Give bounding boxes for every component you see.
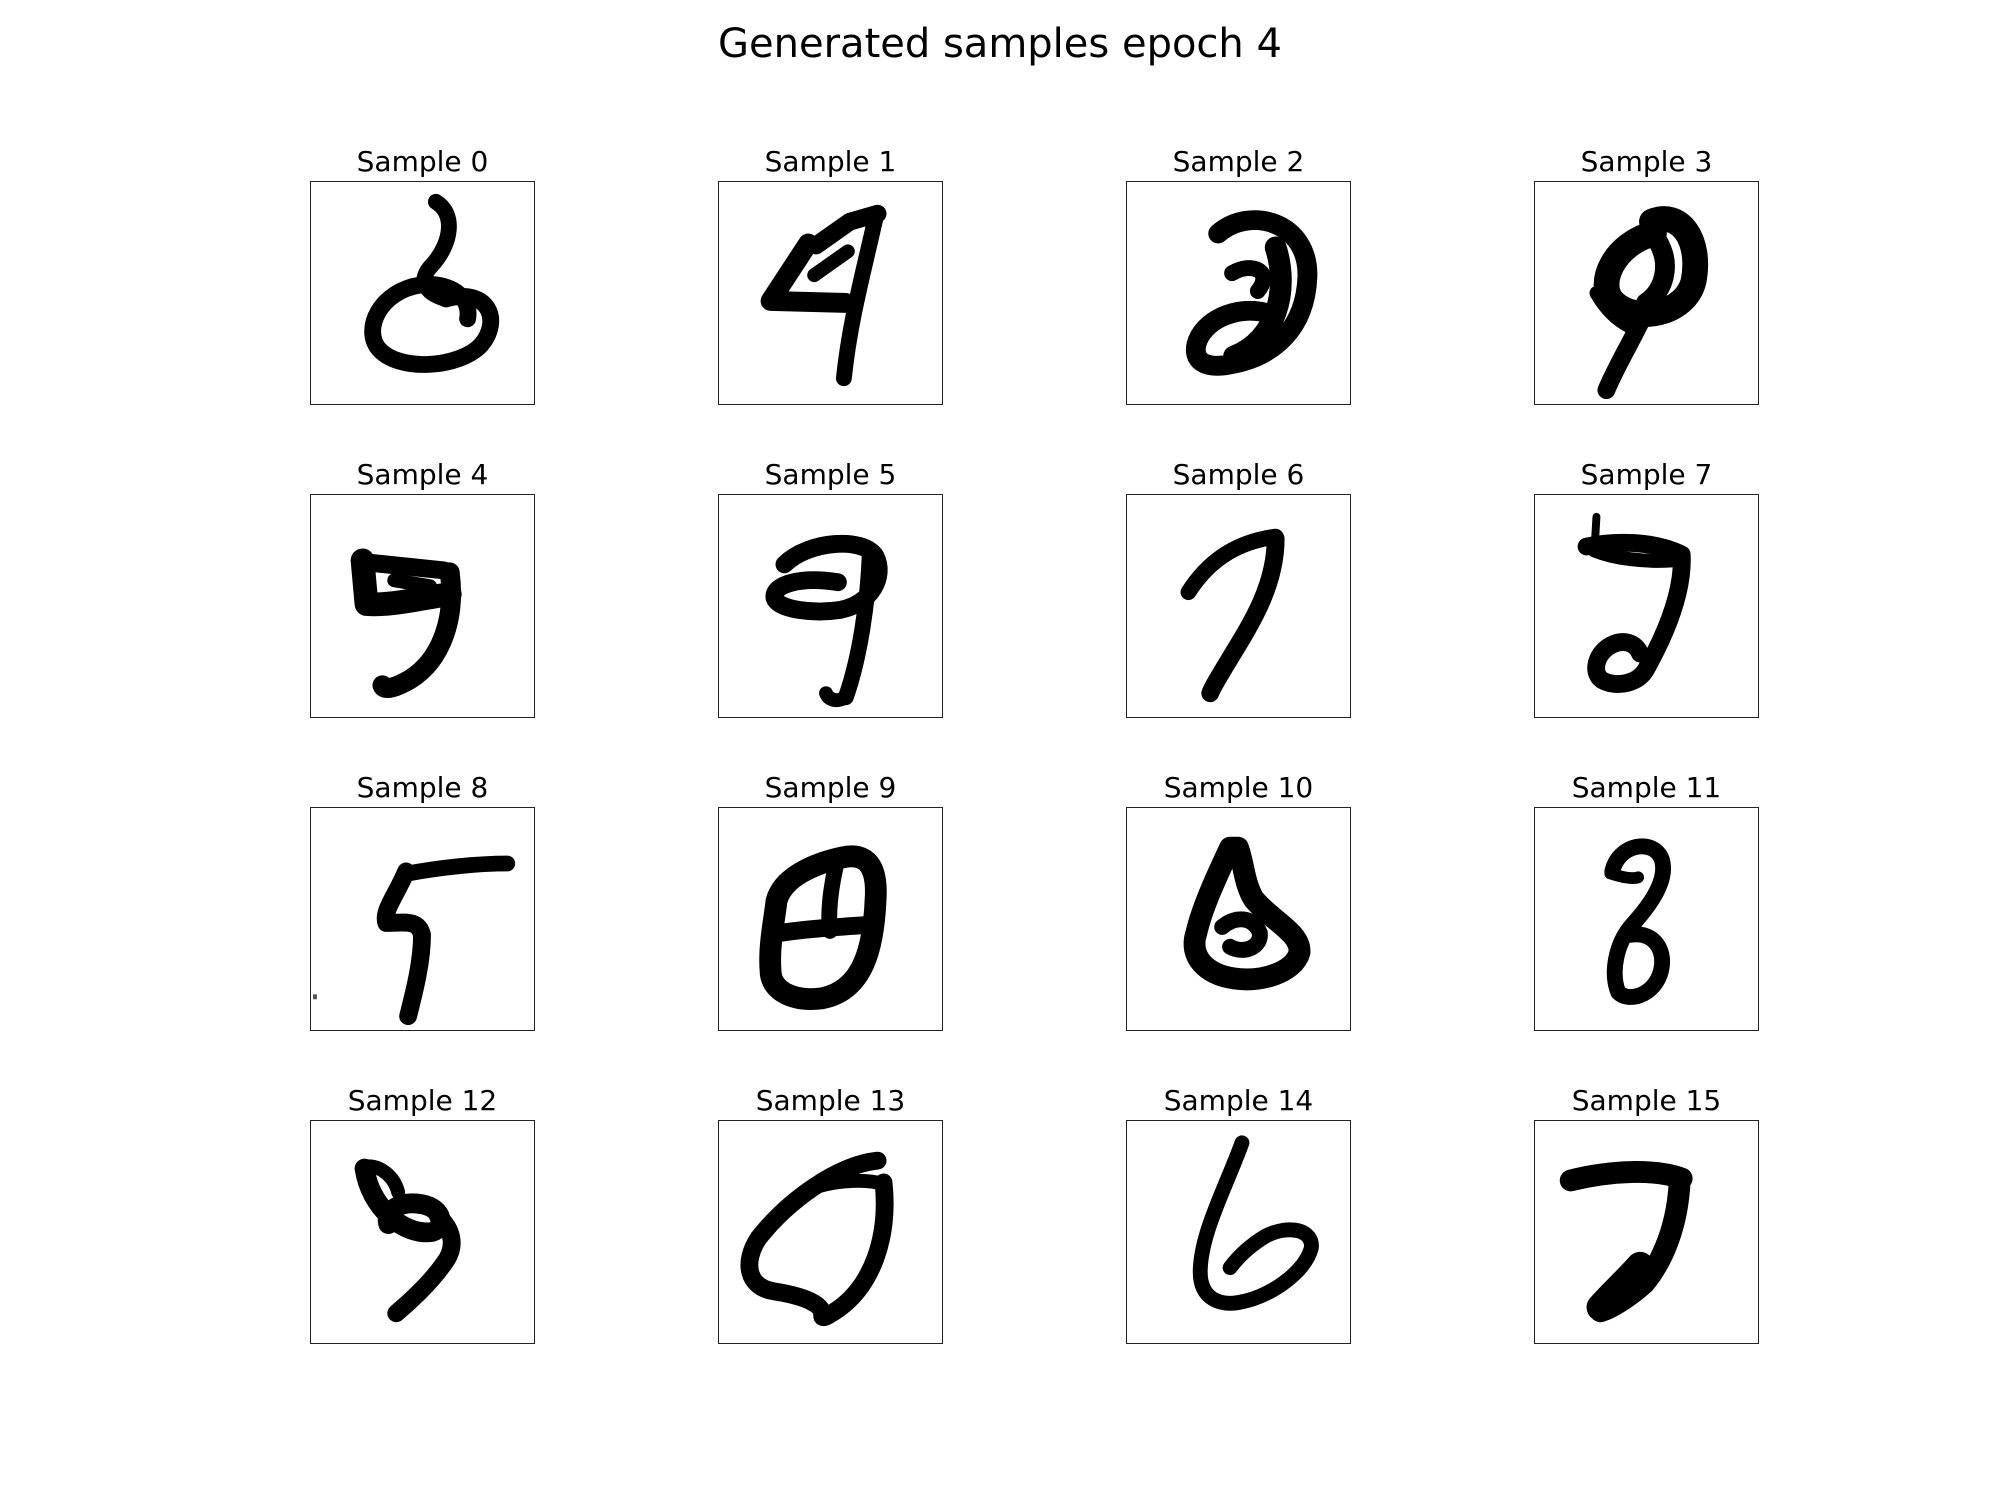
sample-title: Sample 12 xyxy=(347,1084,498,1117)
digit-image xyxy=(1534,181,1759,405)
handwritten-9-blurred-image xyxy=(1589,206,1708,400)
handwritten-6-image xyxy=(1192,1135,1319,1311)
handwritten-3-filled-image xyxy=(1185,210,1318,376)
digit-image xyxy=(1534,494,1759,718)
handwritten-7-image xyxy=(1180,528,1285,703)
sample-title: Sample 0 xyxy=(356,145,489,178)
sample-title: Sample 13 xyxy=(755,1084,906,1117)
sample-title: Sample 11 xyxy=(1571,771,1722,804)
sample-title: Sample 2 xyxy=(1172,145,1305,178)
sample-title: Sample 6 xyxy=(1172,458,1305,491)
handwritten-9-image xyxy=(765,534,888,708)
sample-grid-figure: Generated samples epoch 4 Sample 0 Sampl… xyxy=(0,0,2000,1500)
sample-title: Sample 14 xyxy=(1163,1084,1314,1117)
figure-title: Generated samples epoch 4 xyxy=(718,21,1282,67)
handwritten-7-thick-image xyxy=(1559,1161,1693,1323)
digit-image xyxy=(1534,807,1759,1031)
sample-title: Sample 3 xyxy=(1580,145,1713,178)
digit-image xyxy=(310,807,535,1031)
digit-image xyxy=(718,181,943,405)
sample-title: Sample 15 xyxy=(1571,1084,1722,1117)
digit-image xyxy=(718,494,943,718)
digit-image xyxy=(1534,1120,1759,1344)
handwritten-0-slanted-image xyxy=(740,1151,894,1327)
digit-image xyxy=(1126,181,1351,405)
sample-title: Sample 4 xyxy=(356,458,489,491)
digit-image xyxy=(310,494,535,718)
digit-image xyxy=(718,1120,943,1344)
digit-image xyxy=(1126,494,1351,718)
sample-title: Sample 7 xyxy=(1580,458,1713,491)
digit-image xyxy=(1126,1120,1351,1344)
sample-title: Sample 1 xyxy=(764,145,897,178)
handwritten-5-image xyxy=(350,548,462,699)
sample-title: Sample 8 xyxy=(356,771,489,804)
handwritten-5-angular-image xyxy=(312,855,516,1026)
handwritten-8-narrow-image xyxy=(1604,838,1671,1005)
handwritten-8-boxy-image xyxy=(759,845,887,1010)
digit-image xyxy=(310,1120,535,1344)
sample-title: Sample 5 xyxy=(764,458,897,491)
handwritten-8-loop-image xyxy=(364,193,500,373)
digit-image xyxy=(310,181,535,405)
handwritten-4-image xyxy=(760,204,887,387)
handwritten-8-triangular-image xyxy=(1183,836,1311,991)
digit-image xyxy=(1126,807,1351,1031)
handwritten-9-slanted-image xyxy=(354,1158,461,1323)
digit-image xyxy=(718,807,943,1031)
sample-title: Sample 10 xyxy=(1163,771,1314,804)
sample-title: Sample 9 xyxy=(764,771,897,804)
handwritten-7-curled-image xyxy=(1577,512,1691,693)
